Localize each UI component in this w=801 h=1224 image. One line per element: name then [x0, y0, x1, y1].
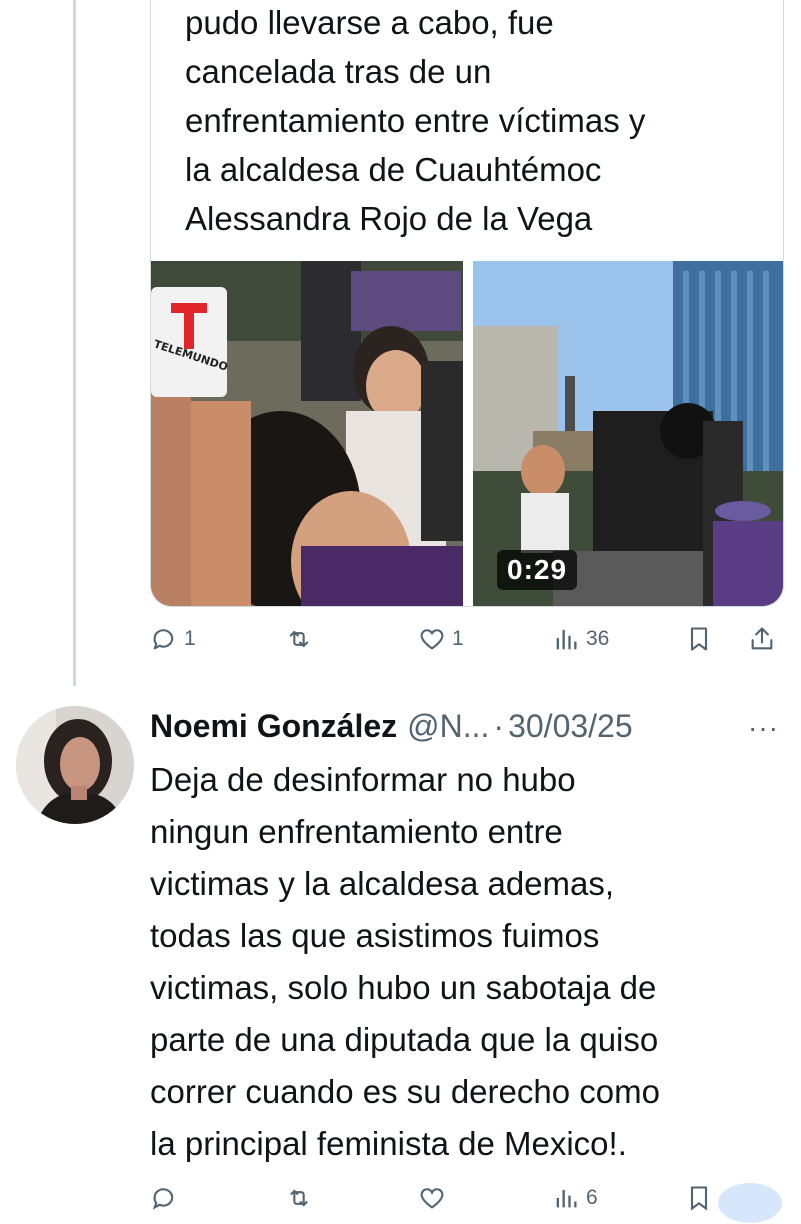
reply-action-bar: 6: [150, 1184, 790, 1224]
reply-button[interactable]: [150, 1184, 184, 1212]
reply-text: Deja de desinformar no hubo ningun enfre…: [150, 761, 660, 1162]
quoted-post-text: pudo llevarse a cabo, fue cancelada tras…: [185, 4, 646, 237]
video-duration-badge: 0:29: [497, 550, 578, 590]
like-count: 1: [452, 627, 464, 650]
more-options-button[interactable]: ···: [748, 712, 779, 744]
views-icon: [556, 1189, 577, 1208]
more-icon: ···: [748, 712, 779, 743]
bookmark-button[interactable]: [685, 625, 713, 653]
views-button[interactable]: 6: [552, 1184, 598, 1212]
author-name[interactable]: Noemi González: [150, 708, 397, 745]
share-icon: [751, 627, 773, 650]
share-button[interactable]: [748, 625, 776, 653]
protest-photo: TELEMUNDO: [151, 261, 463, 606]
reply-count: 1: [184, 627, 196, 650]
repost-button[interactable]: [285, 1184, 319, 1212]
post-action-bar: 1 1 36: [150, 625, 790, 665]
media-image-left[interactable]: TELEMUNDO: [151, 261, 463, 606]
like-button[interactable]: 1: [418, 625, 464, 653]
view-count: 36: [586, 627, 610, 650]
reply-icon: [153, 629, 174, 650]
like-icon: [420, 629, 444, 650]
floating-compose-bubble[interactable]: [718, 1183, 782, 1223]
post-date[interactable]: 30/03/25: [508, 708, 633, 745]
repost-icon: [289, 630, 309, 648]
repost-icon: [290, 1189, 308, 1207]
header-separator: ·: [493, 707, 505, 744]
reply-button[interactable]: 1: [150, 625, 196, 653]
profile-photo: [16, 706, 134, 824]
media-video-right[interactable]: 0:29: [473, 261, 783, 606]
thread-connector-line: [73, 0, 76, 686]
reply-header: Noemi González @N... · 30/03/25: [150, 704, 633, 748]
bookmark-button[interactable]: [685, 1184, 713, 1212]
like-button[interactable]: [418, 1184, 452, 1212]
view-count: 6: [586, 1186, 598, 1209]
avatar[interactable]: [16, 706, 134, 824]
bookmark-icon: [690, 627, 708, 651]
quoted-post-card[interactable]: pudo llevarse a cabo, fue cancelada tras…: [150, 0, 784, 607]
reply-icon: [152, 1188, 174, 1210]
views-button[interactable]: 36: [552, 625, 609, 653]
like-icon: [420, 1188, 444, 1209]
views-icon: [556, 629, 577, 650]
author-handle[interactable]: @N...: [407, 708, 489, 745]
repost-button[interactable]: [285, 625, 319, 653]
bookmark-icon: [690, 1186, 708, 1211]
